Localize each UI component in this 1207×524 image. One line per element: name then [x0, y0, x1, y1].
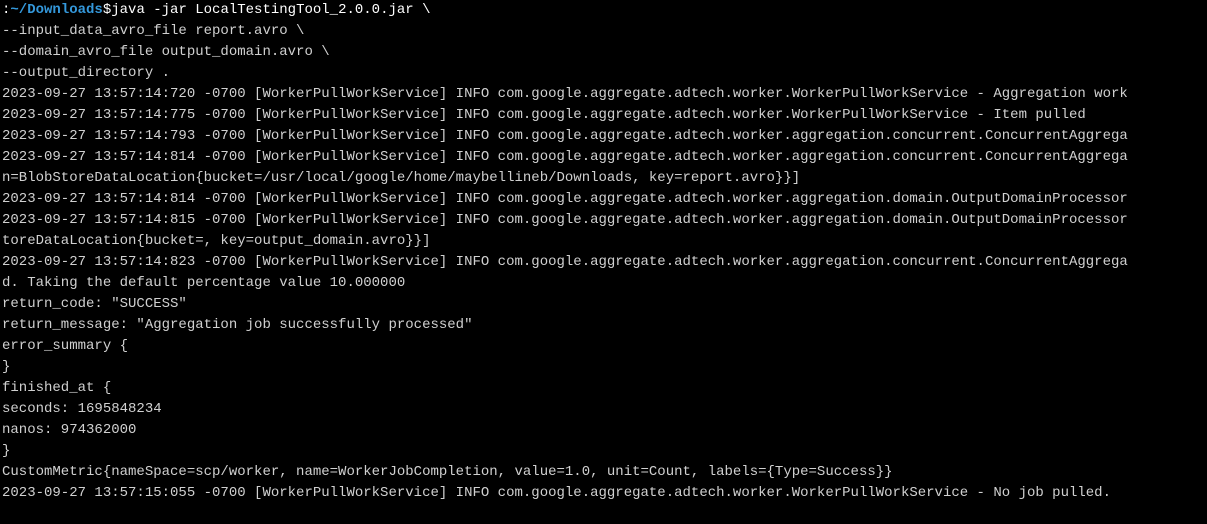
log-finished-at-close: }: [2, 441, 1205, 462]
log-last-line-text: 2023-09-27 13:57:15:055 -0700 [WorkerPul…: [2, 485, 1111, 501]
log-output-line: 2023-09-27 13:57:14:823 -0700 [WorkerPul…: [2, 252, 1205, 273]
log-output-line: 2023-09-27 13:57:14:720 -0700 [WorkerPul…: [2, 84, 1205, 105]
terminal-window[interactable]: :~/Downloads$ java -jar LocalTestingTool…: [0, 0, 1207, 504]
log-error-summary-open: error_summary {: [2, 336, 1205, 357]
prompt-command-line: :~/Downloads$ java -jar LocalTestingTool…: [2, 0, 1205, 21]
log-finished-nanos: nanos: 974362000: [2, 420, 1205, 441]
command-continuation-2: --input_data_avro_file report.avro \: [2, 21, 1205, 42]
log-output-line: 2023-09-27 13:57:14:814 -0700 [WorkerPul…: [2, 189, 1205, 210]
log-output-line: 2023-09-27 13:57:14:814 -0700 [WorkerPul…: [2, 147, 1205, 168]
log-return-code: return_code: "SUCCESS": [2, 294, 1205, 315]
log-finished-seconds: seconds: 1695848234: [2, 399, 1205, 420]
log-custom-metric: CustomMetric{nameSpace=scp/worker, name=…: [2, 462, 1205, 483]
log-error-summary-close: }: [2, 357, 1205, 378]
prompt-separator: :: [2, 0, 10, 21]
log-output-line: toreDataLocation{bucket=, key=output_dom…: [2, 231, 1205, 252]
log-output-line: n=BlobStoreDataLocation{bucket=/usr/loca…: [2, 168, 1205, 189]
log-return-message: return_message: "Aggregation job success…: [2, 315, 1205, 336]
prompt-symbol: $: [103, 0, 111, 21]
log-output-line: d. Taking the default percentage value 1…: [2, 273, 1205, 294]
log-finished-at-open: finished_at {: [2, 378, 1205, 399]
command-line-1: java -jar LocalTestingTool_2.0.0.jar \: [111, 0, 430, 21]
log-output-line: 2023-09-27 13:57:15:055 -0700 [WorkerPul…: [2, 483, 1205, 504]
log-output-line: 2023-09-27 13:57:14:775 -0700 [WorkerPul…: [2, 105, 1205, 126]
log-output-line: 2023-09-27 13:57:14:815 -0700 [WorkerPul…: [2, 210, 1205, 231]
prompt-path: ~/Downloads: [10, 0, 102, 21]
command-continuation-3: --domain_avro_file output_domain.avro \: [2, 42, 1205, 63]
command-continuation-4: --output_directory .: [2, 63, 1205, 84]
log-output-line: 2023-09-27 13:57:14:793 -0700 [WorkerPul…: [2, 126, 1205, 147]
